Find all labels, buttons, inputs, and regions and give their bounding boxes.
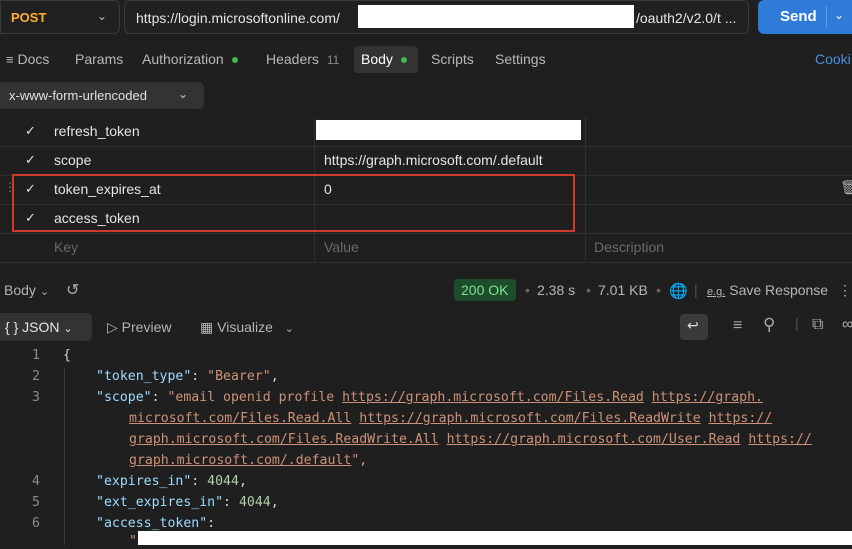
- line-number: 2: [32, 369, 40, 384]
- link-icon[interactable]: ∞: [842, 316, 852, 334]
- image-icon: ▦: [200, 319, 214, 335]
- value-redaction: [316, 120, 581, 140]
- code-line: microsoft.com/Files.Read.All https://gra…: [129, 411, 773, 426]
- indent-guide: [64, 368, 65, 545]
- globe-icon[interactable]: 🌐: [669, 282, 688, 300]
- tab-body-label: Body: [361, 51, 407, 67]
- chevron-down-icon: ⌄: [178, 87, 189, 101]
- code-brace: {: [63, 348, 71, 363]
- tab-headers-label: Headers: [266, 51, 319, 67]
- tab-headers[interactable]: Headers 11: [266, 51, 339, 67]
- line-number: 3: [32, 390, 40, 405]
- preview-tab[interactable]: ▷ Preview: [107, 319, 171, 336]
- tab-authorization[interactable]: Authorization: [142, 51, 238, 67]
- chevron-down-icon[interactable]: ⌄: [834, 8, 844, 22]
- table-row: ✓ scope https://graph.microsoft.com/.def…: [0, 146, 852, 176]
- code-line: "expires_in": 4044,: [96, 474, 247, 489]
- save-icon: e.g.: [707, 286, 726, 298]
- chevron-down-icon: ⌄: [97, 9, 108, 23]
- cookies-link[interactable]: Cooki: [815, 51, 851, 67]
- code-line: "access_token":: [96, 516, 216, 531]
- send-divider: [826, 6, 827, 28]
- row-key[interactable]: refresh_token: [54, 123, 140, 139]
- visualize-label: Visualize: [217, 319, 273, 335]
- play-icon: ▷: [107, 319, 118, 335]
- table-row: ✓ refresh_token: [0, 117, 852, 147]
- trash-icon[interactable]: 🗑: [840, 179, 852, 196]
- history-icon[interactable]: ↺: [66, 280, 79, 300]
- key-placeholder[interactable]: Key: [54, 239, 78, 255]
- code-line: "ext_expires_in": 4044,: [96, 495, 279, 510]
- row-key[interactable]: scope: [54, 152, 91, 168]
- status-badge: 200 OK: [454, 279, 516, 301]
- search-icon[interactable]: ⚲: [763, 315, 775, 335]
- chevron-down-icon: ⌄: [39, 286, 50, 298]
- divider: |: [694, 282, 698, 298]
- line-number: 6: [32, 516, 40, 531]
- code-line: "token_type": "Bearer",: [96, 369, 279, 384]
- active-dot: [231, 57, 238, 64]
- send-button[interactable]: Send ⌄: [758, 0, 852, 34]
- url-start: https://login.microsoftonline.com/: [136, 10, 340, 26]
- headers-count: 11: [326, 53, 340, 67]
- active-dot: [400, 57, 407, 64]
- value-placeholder[interactable]: Value: [324, 239, 359, 255]
- copy-icon[interactable]: ⧉: [812, 316, 823, 334]
- code-line: graph.microsoft.com/Files.ReadWrite.All …: [129, 432, 812, 447]
- response-body-label: Body: [4, 282, 36, 298]
- url-end: /oauth2/v2.0/t ...: [636, 10, 737, 26]
- table-row-placeholder: Key Value Description: [0, 233, 852, 263]
- url-redaction: [358, 5, 634, 28]
- row-value[interactable]: https://graph.microsoft.com/.default: [324, 152, 543, 168]
- description-placeholder[interactable]: Description: [594, 239, 664, 255]
- code-line: "scope": "email openid profile https://g…: [96, 390, 763, 405]
- annotation-highlight-box: [12, 174, 575, 232]
- response-size: 7.01 KB: [598, 282, 648, 298]
- response-time: 2.38 s: [537, 282, 576, 298]
- braces-icon: { }: [5, 319, 19, 335]
- separator-dot: •: [656, 282, 661, 298]
- chevron-down-icon: ⌄: [284, 323, 295, 335]
- body-type-label: x-www-form-urlencoded: [9, 88, 147, 103]
- line-number: 1: [32, 348, 40, 363]
- code-line: ": [129, 534, 137, 549]
- status-text: 200 OK: [461, 282, 509, 298]
- check-icon[interactable]: ✓: [25, 123, 36, 139]
- tab-authorization-label: Authorization: [142, 51, 224, 67]
- tab-settings[interactable]: Settings: [495, 51, 546, 67]
- tab-body[interactable]: Body: [354, 46, 418, 73]
- token-redaction: [138, 531, 852, 545]
- tab-docs[interactable]: ≡ Docs: [6, 51, 49, 67]
- save-response-button[interactable]: e.g. Save Response: [707, 282, 828, 298]
- response-body-select[interactable]: Body ⌄: [4, 282, 49, 298]
- tab-params[interactable]: Params: [75, 51, 123, 67]
- docs-icon: ≡: [6, 52, 14, 67]
- format-select[interactable]: { } JSON ⌄: [0, 313, 92, 341]
- method-select[interactable]: POST ⌄: [0, 0, 120, 34]
- method-label: POST: [11, 10, 47, 25]
- send-label: Send: [780, 8, 817, 25]
- wrap-lines-button[interactable]: ↩: [680, 314, 708, 340]
- tab-scripts[interactable]: Scripts: [431, 51, 474, 67]
- wrap-icon: ↩: [687, 317, 699, 333]
- body-type-select[interactable]: x-www-form-urlencoded ⌄: [0, 82, 204, 109]
- save-response-label: Save Response: [729, 282, 829, 298]
- separator-dot: •: [586, 282, 591, 298]
- divider: |: [795, 315, 799, 331]
- code-line: graph.microsoft.com/.default",: [129, 453, 368, 468]
- separator-dot: •: [525, 282, 530, 298]
- line-number: 5: [32, 495, 40, 510]
- line-number: 4: [32, 474, 40, 489]
- filter-icon[interactable]: ≡: [733, 317, 742, 335]
- url-input[interactable]: https://login.microsoftonline.com/ /oaut…: [124, 0, 749, 34]
- tab-docs-label: Docs: [17, 51, 50, 67]
- check-icon[interactable]: ✓: [25, 152, 36, 168]
- more-icon[interactable]: ⋮: [838, 282, 852, 299]
- format-label: { } JSON ⌄: [5, 319, 73, 335]
- visualize-tab[interactable]: ▦ Visualize ⌄: [200, 319, 294, 336]
- preview-label: Preview: [121, 319, 172, 335]
